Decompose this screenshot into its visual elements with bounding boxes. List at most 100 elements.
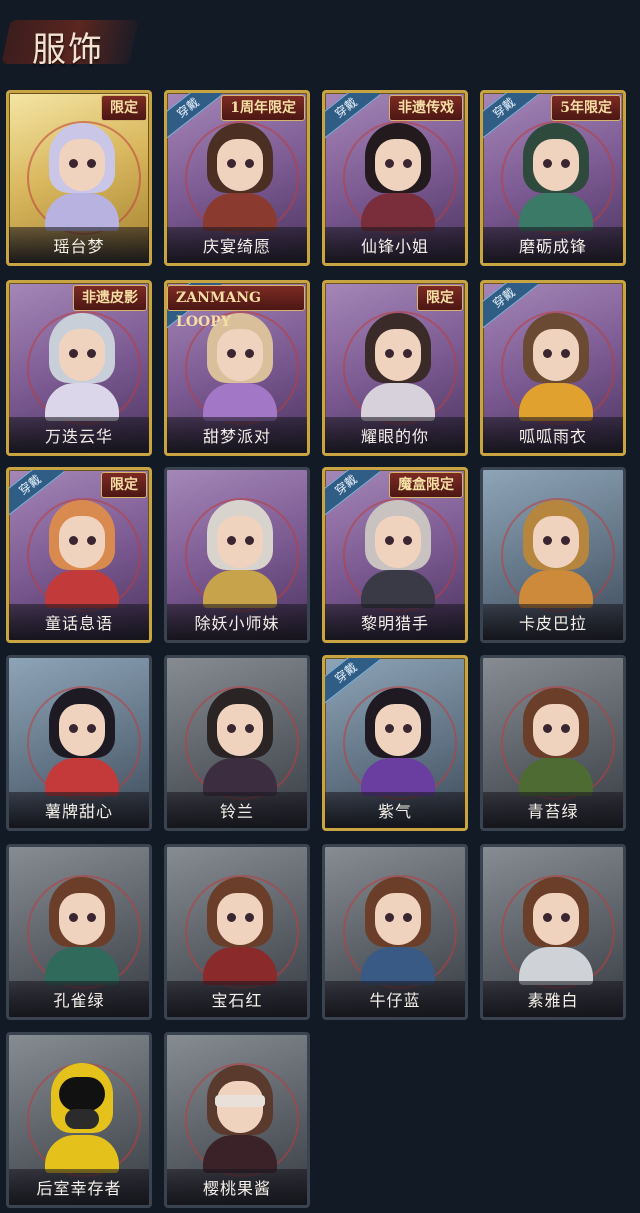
costume-card[interactable]: 非遗皮影 万迭云华 — [6, 280, 152, 456]
portrait-body — [45, 1135, 119, 1173]
costume-name: 后室幸存者 — [9, 1169, 149, 1205]
portrait-eye — [87, 913, 96, 922]
costume-name: 仙锋小姐 — [325, 227, 465, 263]
costume-name: 磨砺成锋 — [483, 227, 623, 263]
costume-portrait — [355, 492, 441, 608]
blindfold — [215, 1095, 265, 1107]
costume-card[interactable]: 牛仔蓝 — [322, 844, 468, 1020]
costume-portrait — [39, 305, 125, 421]
portrait-eye — [227, 724, 236, 733]
portrait-face — [217, 139, 263, 191]
portrait-eye — [245, 349, 254, 358]
costume-card[interactable]: 穿戴ZANMANG LOOPY甜梦派对 — [164, 280, 310, 456]
costume-name: 宝石红 — [167, 981, 307, 1017]
portrait-eye — [543, 159, 552, 168]
portrait-face — [533, 329, 579, 381]
portrait-eye — [87, 159, 96, 168]
portrait-eye — [403, 724, 412, 733]
costume-card[interactable]: 后室幸存者 — [6, 1032, 152, 1208]
costume-card[interactable]: 穿戴 限定 童话息语 — [6, 467, 152, 643]
limited-ribbon: ZANMANG LOOPY — [167, 285, 305, 330]
portrait-face — [375, 329, 421, 381]
costume-name: 呱呱雨衣 — [483, 417, 623, 453]
costume-name: 青苔绿 — [483, 792, 623, 828]
costume-name: 素雅白 — [483, 981, 623, 1017]
portrait-eye — [561, 913, 570, 922]
costume-portrait — [355, 680, 441, 796]
portrait-eye — [561, 724, 570, 733]
costume-card[interactable]: 除妖小师妹 — [164, 467, 310, 643]
costume-card[interactable]: 樱桃果酱 — [164, 1032, 310, 1208]
portrait-eye — [227, 913, 236, 922]
costume-card[interactable]: 薯牌甜心 — [6, 655, 152, 831]
costume-name: 瑶台梦 — [9, 227, 149, 263]
costume-card[interactable]: 素雅白 — [480, 844, 626, 1020]
costume-card[interactable]: 卡皮巴拉 — [480, 467, 626, 643]
costume-name: 孔雀绿 — [9, 981, 149, 1017]
costume-card[interactable]: 孔雀绿 — [6, 844, 152, 1020]
costume-card[interactable]: 穿戴 非遗传戏 仙锋小姐 — [322, 90, 468, 266]
costume-portrait — [197, 869, 283, 985]
portrait-face — [217, 1081, 263, 1133]
costume-portrait — [513, 115, 599, 231]
portrait-face — [375, 516, 421, 568]
portrait-body — [45, 758, 119, 796]
portrait-face — [375, 139, 421, 191]
portrait-face — [59, 516, 105, 568]
costume-card[interactable]: 限定 瑶台梦 — [6, 90, 152, 266]
costume-card[interactable]: 穿戴 1周年限定 庆宴绮愿 — [164, 90, 310, 266]
limited-ribbon: 非遗传戏 — [389, 95, 463, 121]
portrait-eye — [245, 724, 254, 733]
costume-name: 牛仔蓝 — [325, 981, 465, 1017]
portrait-face — [533, 516, 579, 568]
portrait-eye — [245, 159, 254, 168]
portrait-eye — [543, 349, 552, 358]
costume-card[interactable]: 青苔绿 — [480, 655, 626, 831]
costume-card[interactable]: 限定 耀眼的你 — [322, 280, 468, 456]
costume-portrait — [513, 680, 599, 796]
portrait-face — [217, 704, 263, 756]
costume-name: 薯牌甜心 — [9, 792, 149, 828]
costume-card[interactable]: 宝石红 — [164, 844, 310, 1020]
portrait-eye — [403, 349, 412, 358]
portrait-face — [533, 704, 579, 756]
costume-card[interactable]: 穿戴 紫气 — [322, 655, 468, 831]
costume-name: 除妖小师妹 — [167, 604, 307, 640]
portrait-face — [375, 704, 421, 756]
costume-portrait — [355, 305, 441, 421]
portrait-body — [203, 570, 277, 608]
portrait-eye — [385, 349, 394, 358]
portrait-face — [375, 893, 421, 945]
portrait-body — [519, 947, 593, 985]
portrait-eye — [561, 349, 570, 358]
limited-ribbon: 魔盒限定 — [389, 472, 463, 498]
portrait-eye — [385, 913, 394, 922]
portrait-eye — [561, 159, 570, 168]
portrait-eye — [385, 159, 394, 168]
portrait-eye — [403, 913, 412, 922]
portrait-body — [361, 383, 435, 421]
costume-card[interactable]: 穿戴 5年限定 磨砺成锋 — [480, 90, 626, 266]
costume-name: 童话息语 — [9, 604, 149, 640]
portrait-eye — [561, 536, 570, 545]
portrait-body — [45, 193, 119, 231]
costume-portrait — [355, 115, 441, 231]
limited-ribbon: 限定 — [101, 472, 147, 498]
portrait-eye — [403, 159, 412, 168]
costume-name: 万迭云华 — [9, 417, 149, 453]
costume-name: 卡皮巴拉 — [483, 604, 623, 640]
gas-mask-filter — [65, 1109, 99, 1129]
costume-name: 甜梦派对 — [167, 417, 307, 453]
portrait-eye — [403, 536, 412, 545]
costume-name: 紫气 — [325, 792, 465, 828]
portrait-body — [519, 758, 593, 796]
portrait-face — [59, 704, 105, 756]
costume-portrait — [197, 492, 283, 608]
costume-card[interactable]: 穿戴 呱呱雨衣 — [480, 280, 626, 456]
costume-card[interactable]: 穿戴 魔盒限定 黎明猎手 — [322, 467, 468, 643]
costume-portrait — [39, 680, 125, 796]
costume-card[interactable]: 铃兰 — [164, 655, 310, 831]
portrait-face — [533, 139, 579, 191]
portrait-eye — [69, 913, 78, 922]
costume-portrait — [39, 115, 125, 231]
